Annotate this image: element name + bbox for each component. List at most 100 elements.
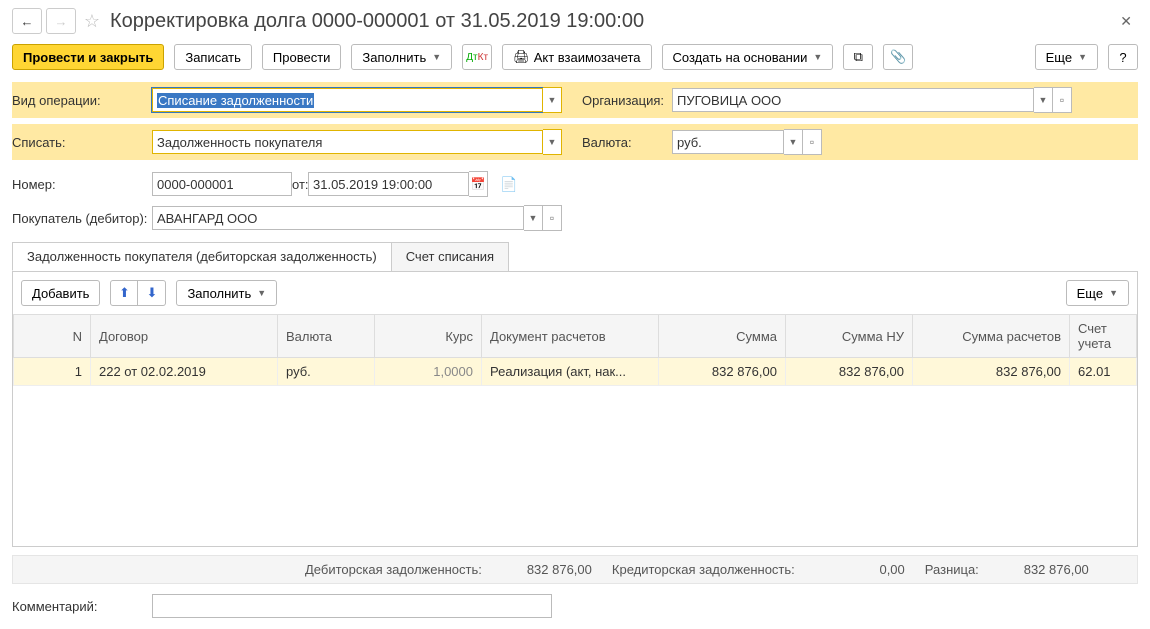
number-value: 0000-000001 xyxy=(157,177,234,192)
cell-n[interactable]: 1 xyxy=(14,358,91,386)
tab-debt[interactable]: Задолженность покупателя (дебиторская за… xyxy=(12,242,392,271)
cell-sum-calc[interactable]: 832 876,00 xyxy=(913,358,1070,386)
buyer-value: АВАНГАРД ООО xyxy=(157,211,257,226)
calendar-icon: 📅 xyxy=(471,177,486,191)
chevron-down-icon: ▼ xyxy=(813,52,822,62)
more-button[interactable]: Еще ▼ xyxy=(1035,44,1098,70)
diff-label: Разница: xyxy=(925,562,979,577)
org-label: Организация: xyxy=(582,93,672,108)
post-status-icon: 📄 xyxy=(500,176,517,193)
nav-back-button[interactable]: ← xyxy=(12,8,42,34)
cell-account[interactable]: 62.01 xyxy=(1070,358,1137,386)
number-input[interactable]: 0000-000001 xyxy=(152,172,292,196)
op-type-input[interactable]: Списание задолженности xyxy=(152,88,543,112)
create-based-label: Создать на основании xyxy=(673,50,808,65)
tab-writeoff-account[interactable]: Счет списания xyxy=(391,242,509,271)
post-and-close-button[interactable]: Провести и закрыть xyxy=(12,44,164,70)
netting-act-button[interactable]: 🖨 Акт взаимозачета xyxy=(502,44,651,70)
arrow-down-icon: ⬇ xyxy=(147,285,158,301)
post-button[interactable]: Провести xyxy=(262,44,342,70)
currency-open-button[interactable]: ▫ xyxy=(803,129,822,155)
cell-currency[interactable]: руб. xyxy=(278,358,375,386)
grid-header-row: N Договор Валюта Курс Документ расчетов … xyxy=(14,315,1137,358)
writeoff-input[interactable]: Задолженность покупателя xyxy=(152,130,543,154)
tab-toolbar: Добавить ⬆ ⬇ Заполнить ▼ Еще ▼ xyxy=(13,272,1137,314)
from-label: от: xyxy=(292,177,308,192)
printer-icon: 🖨 xyxy=(513,49,530,65)
chevron-down-icon: ▼ xyxy=(1078,52,1087,62)
tab-fill-label: Заполнить xyxy=(187,286,251,301)
writeoff-value: Задолженность покупателя xyxy=(157,135,322,150)
cell-sum-nu[interactable]: 832 876,00 xyxy=(786,358,913,386)
move-down-button[interactable]: ⬇ xyxy=(138,280,166,306)
tab-more-button[interactable]: Еще ▼ xyxy=(1066,280,1129,306)
buyer-open-button[interactable]: ▫ xyxy=(543,205,562,231)
cell-sum[interactable]: 832 876,00 xyxy=(659,358,786,386)
debt-grid: N Договор Валюта Курс Документ расчетов … xyxy=(13,314,1137,386)
dtct-button[interactable]: ДтКт xyxy=(462,44,492,70)
col-n[interactable]: N xyxy=(14,315,91,358)
buyer-label: Покупатель (дебитор): xyxy=(12,211,152,226)
form-area: Вид операции: Списание задолженности ▼ О… xyxy=(0,82,1150,232)
buyer-dropdown[interactable]: ▼ xyxy=(524,205,543,231)
number-label: Номер: xyxy=(12,177,152,192)
diff-value: 832 876,00 xyxy=(1009,562,1089,577)
row-comment: Комментарий: xyxy=(0,592,1150,620)
row-number: Номер: 0000-000001 от: 31.05.2019 19:00:… xyxy=(12,170,1138,198)
add-row-button[interactable]: Добавить xyxy=(21,280,100,306)
col-doc[interactable]: Документ расчетов xyxy=(482,315,659,358)
cell-rate[interactable]: 1,0000 xyxy=(375,358,482,386)
help-button[interactable]: ? xyxy=(1108,44,1138,70)
org-open-button[interactable]: ▫ xyxy=(1053,87,1072,113)
currency-value: руб. xyxy=(677,135,702,150)
row-op-type: Вид операции: Списание задолженности ▼ О… xyxy=(12,82,1138,118)
col-currency[interactable]: Валюта xyxy=(278,315,375,358)
row-writeoff: Списать: Задолженность покупателя ▼ Валю… xyxy=(12,124,1138,160)
related-icon: ⧉ xyxy=(854,49,863,65)
table-row[interactable]: 1 222 от 02.02.2019 руб. 1,0000 Реализац… xyxy=(14,358,1137,386)
org-dropdown[interactable]: ▼ xyxy=(1034,87,1053,113)
buyer-input[interactable]: АВАНГАРД ООО xyxy=(152,206,524,230)
cred-value: 0,00 xyxy=(825,562,905,577)
col-account[interactable]: Счет учета xyxy=(1070,315,1137,358)
chevron-down-icon: ▼ xyxy=(432,52,441,62)
col-rate[interactable]: Курс xyxy=(375,315,482,358)
move-up-button[interactable]: ⬆ xyxy=(110,280,138,306)
comment-label: Комментарий: xyxy=(12,599,152,614)
nav-forward-button[interactable]: → xyxy=(46,8,76,34)
currency-label: Валюта: xyxy=(582,135,672,150)
header: ← → ☆ Корректировка долга 0000-000001 от… xyxy=(0,0,1150,38)
related-docs-button[interactable]: ⧉ xyxy=(843,44,873,70)
op-type-value: Списание задолженности xyxy=(157,93,314,108)
cell-contract[interactable]: 222 от 02.02.2019 xyxy=(91,358,278,386)
writeoff-label: Списать: xyxy=(12,135,152,150)
close-icon[interactable]: ✕ xyxy=(1114,13,1138,30)
op-type-dropdown[interactable]: ▼ xyxy=(543,87,562,113)
chevron-down-icon: ▼ xyxy=(1109,288,1118,298)
create-based-button[interactable]: Создать на основании ▼ xyxy=(662,44,834,70)
col-sum-nu[interactable]: Сумма НУ xyxy=(786,315,913,358)
date-input[interactable]: 31.05.2019 19:00:00 xyxy=(308,172,469,196)
attachments-button[interactable]: 📎 xyxy=(883,44,913,70)
comment-input[interactable] xyxy=(152,594,552,618)
save-button[interactable]: Записать xyxy=(174,44,252,70)
grid-empty-area[interactable] xyxy=(13,386,1137,546)
favorite-star-icon[interactable]: ☆ xyxy=(80,9,104,33)
currency-dropdown[interactable]: ▼ xyxy=(784,129,803,155)
currency-input[interactable]: руб. xyxy=(672,130,784,154)
cred-label: Кредиторская задолженность: xyxy=(612,562,795,577)
main-toolbar: Провести и закрыть Записать Провести Зап… xyxy=(0,38,1150,82)
col-sum[interactable]: Сумма xyxy=(659,315,786,358)
calendar-button[interactable]: 📅 xyxy=(469,171,488,197)
tabs: Задолженность покупателя (дебиторская за… xyxy=(12,242,1138,271)
col-sum-calc[interactable]: Сумма расчетов xyxy=(913,315,1070,358)
writeoff-dropdown[interactable]: ▼ xyxy=(543,129,562,155)
org-input[interactable]: ПУГОВИЦА ООО xyxy=(672,88,1034,112)
tab-fill-button[interactable]: Заполнить ▼ xyxy=(176,280,277,306)
col-contract[interactable]: Договор xyxy=(91,315,278,358)
deb-label: Дебиторская задолженность: xyxy=(305,562,482,577)
fill-button[interactable]: Заполнить ▼ xyxy=(351,44,452,70)
totals-bar: Дебиторская задолженность: 832 876,00 Кр… xyxy=(12,555,1138,584)
page-title: Корректировка долга 0000-000001 от 31.05… xyxy=(110,10,1114,33)
cell-doc[interactable]: Реализация (акт, нак... xyxy=(482,358,659,386)
